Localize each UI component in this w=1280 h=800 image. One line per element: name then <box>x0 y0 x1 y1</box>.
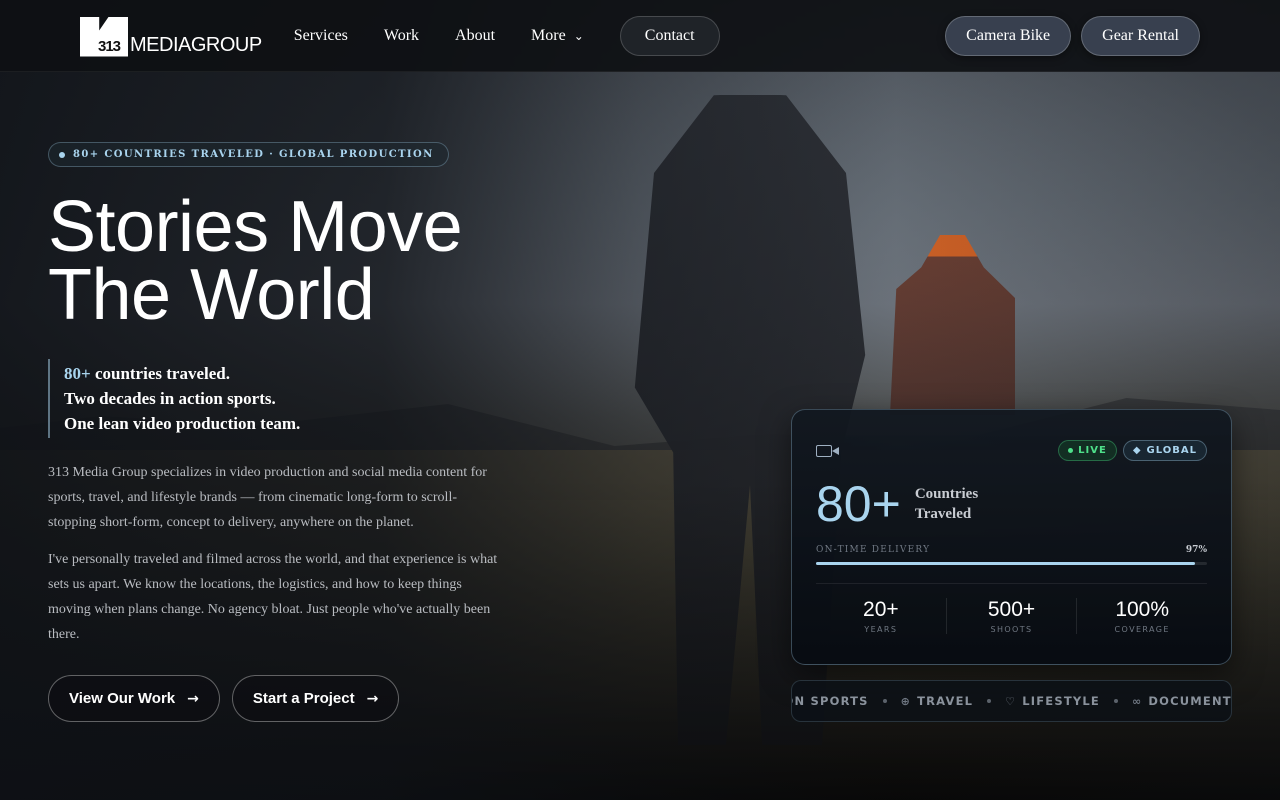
stat-label: COVERAGE <box>1114 625 1170 634</box>
globe-icon: ⊕ <box>900 694 912 708</box>
status-tags: LIVE ◆ GLOBAL <box>1058 440 1207 461</box>
stat-coverage: 100% COVERAGE <box>1076 598 1207 634</box>
marquee-item-label: DOCUMENT <box>1148 694 1232 708</box>
quote-line3: One lean video production team. <box>64 414 301 433</box>
quote-line2: Two decades in action sports. <box>64 389 276 408</box>
marquee-item-documentary: ∞ DOCUMENT <box>1132 694 1232 708</box>
film-icon: ∞ <box>1132 694 1143 708</box>
quote-accent: 80+ <box>64 364 91 383</box>
gear-rental-button[interactable]: Gear Rental <box>1081 15 1200 56</box>
nav-link-services[interactable]: Services <box>294 27 348 45</box>
site-logo[interactable]: 313 MEDIAGROUP <box>80 15 262 57</box>
start-a-project-button[interactable]: Start a Project → <box>231 675 400 722</box>
hero-highlight-quote: 80+ countries traveled. Two decades in a… <box>48 359 518 438</box>
hero-badge: 80+ COUNTRIES TRAVELED · GLOBAL PRODUCTI… <box>48 142 449 167</box>
marquee-track: ION SPORTS ⊕ TRAVEL ♡ LIFESTYLE ∞ DOCUME… <box>792 694 1232 708</box>
logo-text: MEDIAGROUP <box>130 33 262 56</box>
contact-button[interactable]: Contact <box>619 15 720 56</box>
arrow-right-icon: → <box>187 690 199 707</box>
live-badge-label: LIVE <box>1078 445 1107 456</box>
stat-label: YEARS <box>864 625 898 634</box>
progress-bar-fill <box>816 562 1196 565</box>
on-time-delivery-progress-bar <box>816 562 1207 565</box>
quote-line1-rest: countries traveled. <box>90 364 230 383</box>
nav-link-more[interactable]: More ⌄ <box>531 27 584 45</box>
marquee-item-travel: ⊕ TRAVEL <box>901 694 974 708</box>
stats-card-header: LIVE ◆ GLOBAL <box>816 440 1207 461</box>
on-time-delivery-row: ON-TIME DELIVERY 97% <box>816 545 1207 555</box>
logo-mark-number: 313 <box>98 37 121 55</box>
on-time-delivery-label: ON-TIME DELIVERY <box>816 545 931 555</box>
diamond-icon: ◆ <box>1132 445 1142 456</box>
global-badge-label: GLOBAL <box>1146 445 1197 456</box>
view-our-work-label: View Our Work <box>69 690 176 707</box>
marquee-item-sports: ION SPORTS <box>792 694 869 708</box>
category-marquee: ION SPORTS ⊕ TRAVEL ♡ LIFESTYLE ∞ DOCUME… <box>791 680 1232 722</box>
hero-paragraph-1: 313 Media Group specializes in video pro… <box>48 465 487 530</box>
camera-bike-button[interactable]: Camera Bike <box>945 15 1072 56</box>
stat-years: 20+ YEARS <box>816 598 946 634</box>
heart-icon: ♡ <box>1005 694 1017 708</box>
stats-card: LIVE ◆ GLOBAL 80+ Countries Traveled ON-… <box>791 409 1232 665</box>
marquee-separator <box>1114 699 1118 703</box>
live-badge: LIVE <box>1058 440 1117 461</box>
chevron-down-icon: ⌄ <box>573 28 584 43</box>
hero-cta-group: View Our Work → Start a Project → <box>48 675 400 722</box>
marquee-item-lifestyle: ♡ LIFESTYLE <box>1005 694 1100 708</box>
nav-links: Services Work About More ⌄ Contact <box>294 15 720 56</box>
countries-value: 80+ <box>816 476 901 532</box>
hero-content: 80+ COUNTRIES TRAVELED · GLOBAL PRODUCTI… <box>48 142 518 647</box>
marquee-separator <box>987 699 992 703</box>
arrow-right-icon: → <box>366 690 379 707</box>
start-a-project-label: Start a Project <box>252 690 355 707</box>
video-camera-icon <box>816 443 840 459</box>
top-navbar: 313 MEDIAGROUP Services Work About More … <box>0 0 1280 72</box>
hero-paragraph-2: I've personally traveled and filmed acro… <box>48 552 498 642</box>
view-our-work-button[interactable]: View Our Work → <box>48 675 220 722</box>
countries-stat: 80+ Countries Traveled <box>816 479 1207 529</box>
hero-title: Stories Move The World <box>48 191 518 331</box>
logo-mark-icon: 313 <box>80 16 128 57</box>
stat-value: 20+ <box>863 598 899 621</box>
hero-title-line2: The World <box>48 255 375 335</box>
nav-link-about[interactable]: About <box>455 27 495 45</box>
stats-row: 20+ YEARS 500+ SHOOTS 100% COVERAGE <box>816 598 1207 634</box>
badge-text: 80+ COUNTRIES TRAVELED · GLOBAL PRODUCTI… <box>73 149 434 160</box>
stat-shoots: 500+ SHOOTS <box>945 598 1077 634</box>
on-time-delivery-percent: 97% <box>1185 545 1207 555</box>
global-badge: ◆ GLOBAL <box>1122 440 1207 461</box>
countries-label: Countries Traveled <box>915 484 978 524</box>
marquee-item-label: LIFESTYLE <box>1022 694 1100 708</box>
countries-label-line1: Countries <box>914 486 979 502</box>
marquee-item-label: ION SPORTS <box>792 694 869 708</box>
badge-dot-icon <box>59 151 65 158</box>
card-divider <box>816 583 1207 584</box>
nav-link-more-label: More <box>531 26 566 44</box>
quote-line1: 80+ countries traveled. <box>64 361 518 386</box>
stat-value: 100% <box>1115 598 1170 621</box>
nav-right-actions: Camera Bike Gear Rental <box>945 15 1200 56</box>
stat-value: 500+ <box>987 598 1036 621</box>
countries-label-line2: Traveled <box>914 506 972 522</box>
live-dot-icon <box>1068 448 1074 453</box>
marquee-item-label: TRAVEL <box>917 694 974 708</box>
marquee-separator <box>882 699 887 703</box>
nav-link-work[interactable]: Work <box>384 27 419 45</box>
stat-label: SHOOTS <box>990 625 1033 634</box>
